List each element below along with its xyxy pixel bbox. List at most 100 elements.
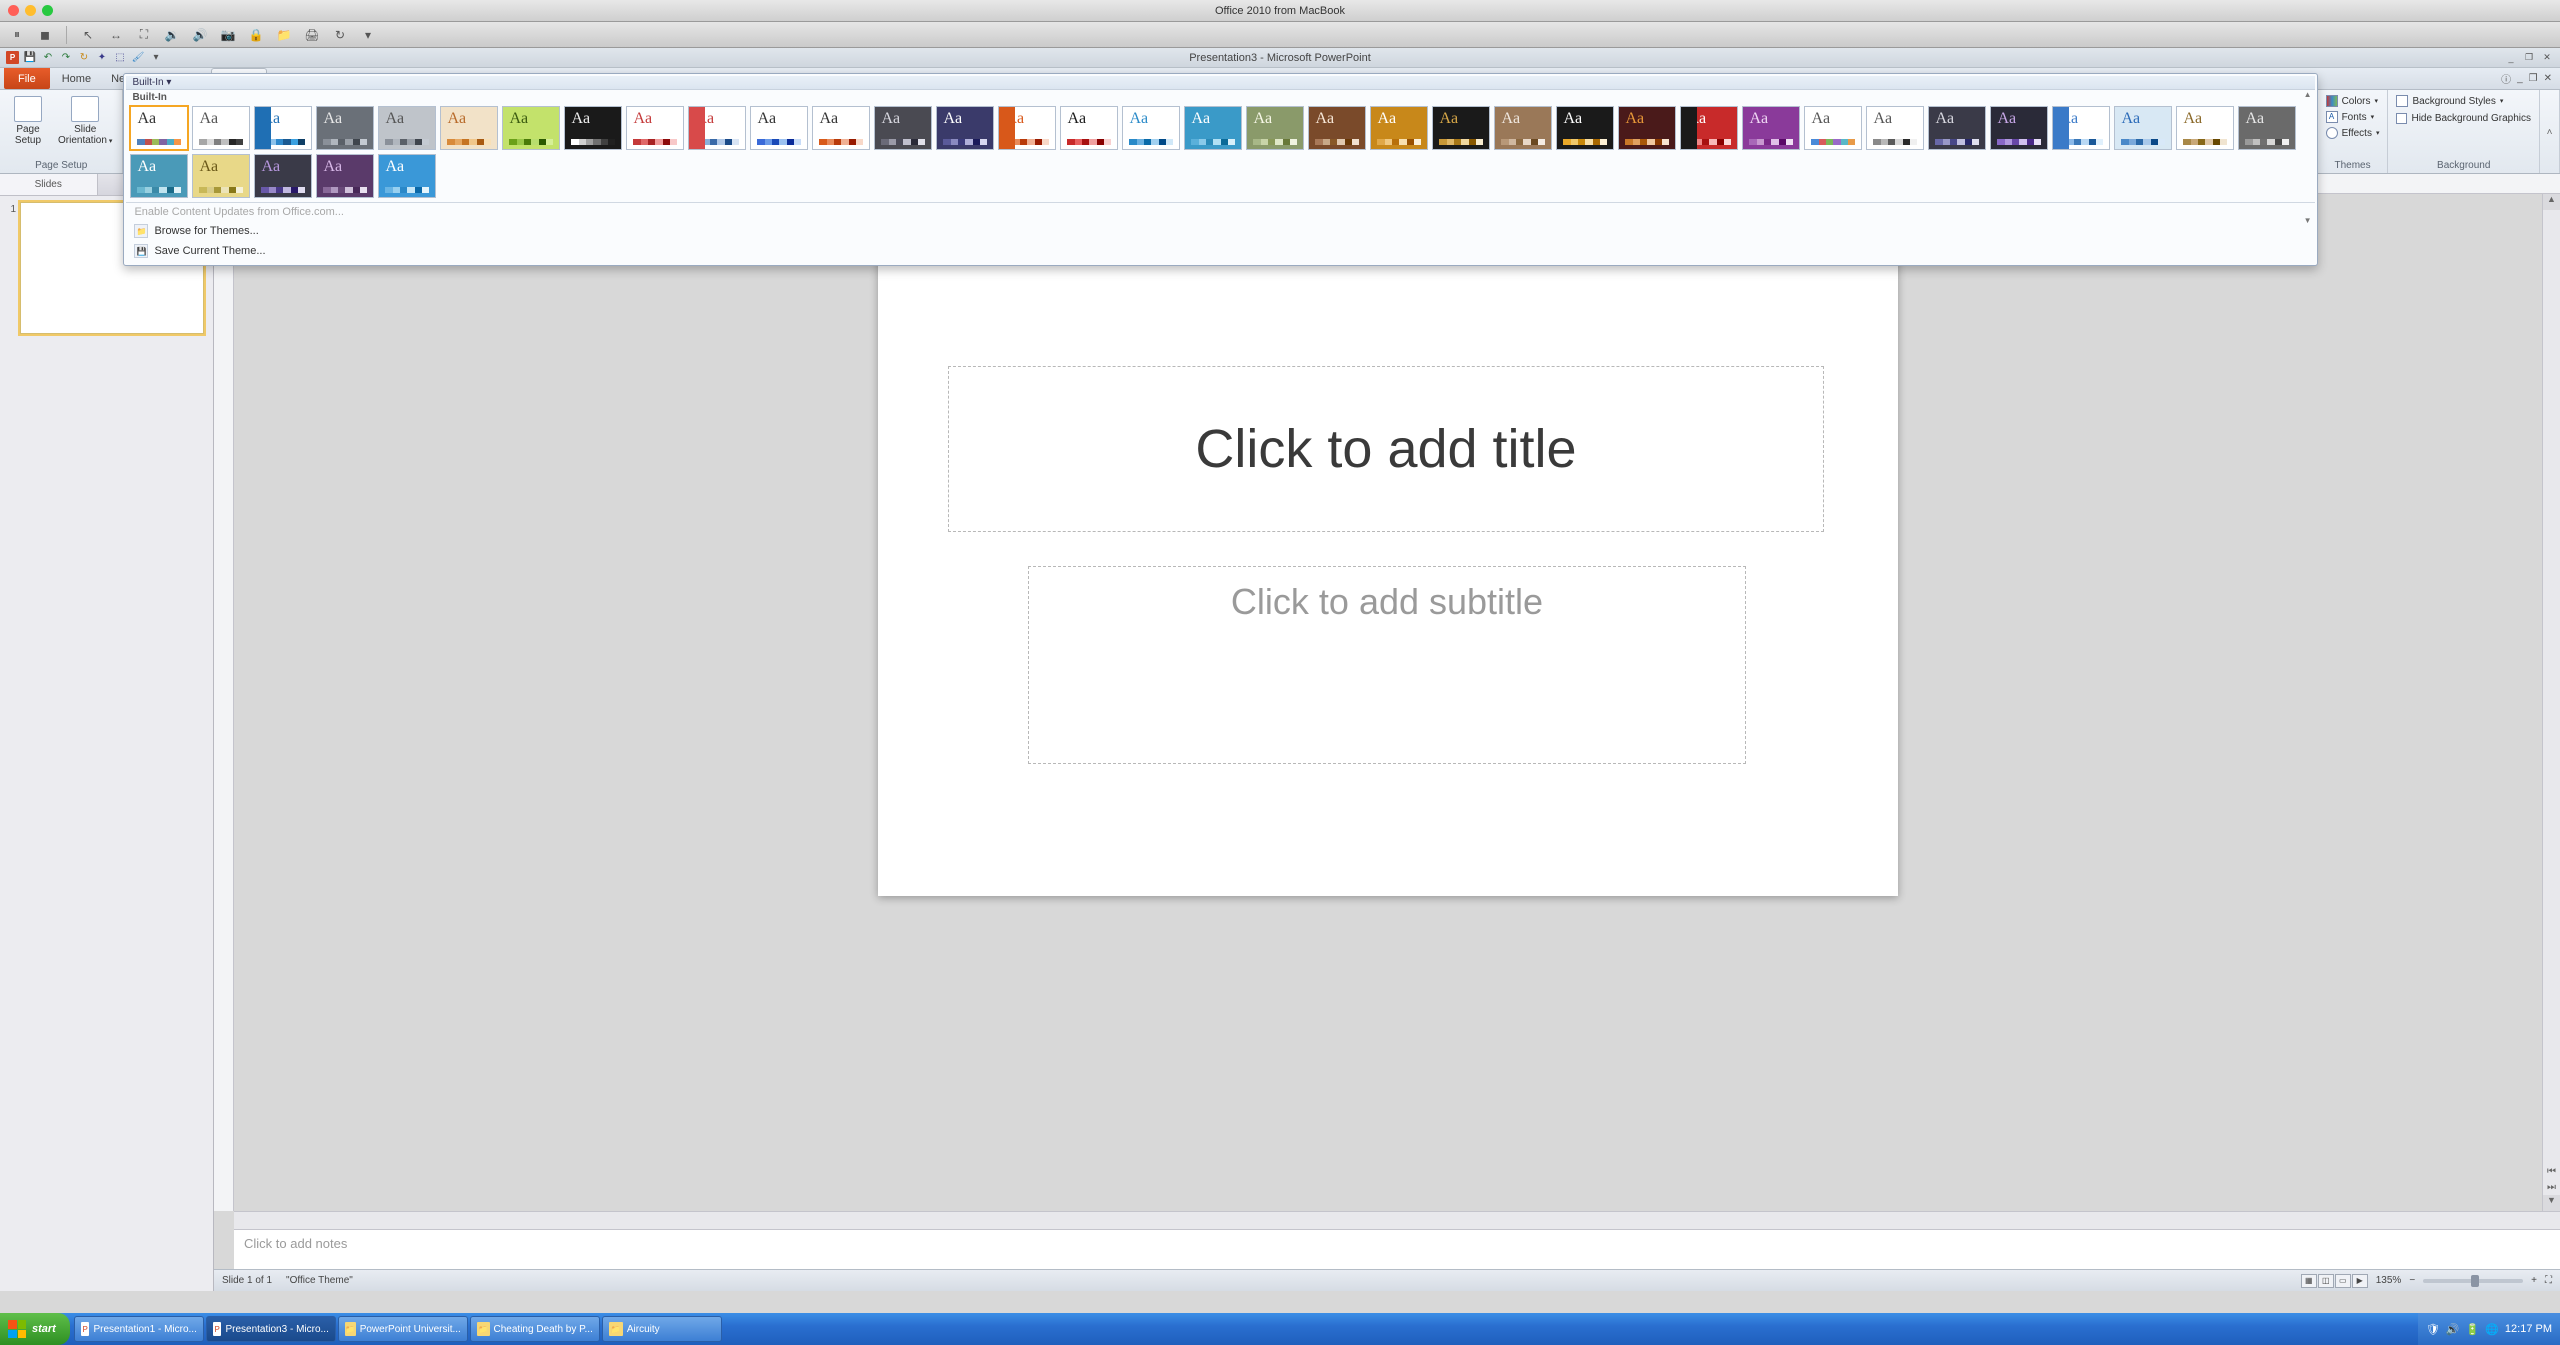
qat-icon-1[interactable]: ✦ (95, 51, 109, 65)
theme-thumb-21[interactable]: Aa (1432, 106, 1490, 150)
fit-to-window-icon[interactable]: ⛶ (2545, 1275, 2552, 1286)
theme-thumb-9[interactable]: Aa (688, 106, 746, 150)
theme-thumb-20[interactable]: Aa (1370, 106, 1428, 150)
theme-thumb-18[interactable]: Aa (1246, 106, 1304, 150)
theme-thumb-39[interactable]: Aa (378, 154, 436, 198)
theme-thumb-26[interactable]: Aa (1742, 106, 1800, 150)
theme-thumb-14[interactable]: Aa (998, 106, 1056, 150)
slide-orientation-button[interactable]: Slide Orientation (54, 94, 116, 148)
theme-thumb-24[interactable]: Aa (1618, 106, 1676, 150)
themes-scrollbar[interactable]: ▲ ▼ (2301, 90, 2315, 225)
theme-thumb-25[interactable]: Aa (1680, 106, 1738, 150)
horizontal-scrollbar[interactable] (234, 1211, 2560, 1229)
page-setup-button[interactable]: Page Setup (6, 94, 50, 148)
minimize-ribbon-icon[interactable]: _ (2517, 73, 2523, 84)
theme-thumb-19[interactable]: Aa (1308, 106, 1366, 150)
task-item-0[interactable]: PPresentation1 - Micro... (74, 1316, 204, 1342)
theme-thumb-8[interactable]: Aa (626, 106, 684, 150)
task-item-2[interactable]: 📁PowerPoint Universit... (338, 1316, 468, 1342)
theme-thumb-15[interactable]: Aa (1060, 106, 1118, 150)
scroll-up-arrow[interactable]: ▲ (2543, 194, 2560, 210)
subtitle-placeholder[interactable]: Click to add subtitle (1028, 566, 1746, 764)
zoom-out-icon[interactable]: − (2409, 1275, 2415, 1286)
theme-thumb-1[interactable]: Aa (192, 106, 250, 150)
theme-thumb-10[interactable]: Aa (750, 106, 808, 150)
print-icon[interactable]: 🖨 (303, 27, 321, 43)
colors-button[interactable]: Colors▾ (2324, 94, 2382, 108)
hide-bg-checkbox[interactable]: Hide Background Graphics (2394, 112, 2533, 125)
restore-window-icon[interactable]: ❐ (2522, 52, 2536, 64)
theme-thumb-2[interactable]: Aa (254, 106, 312, 150)
close-window-icon[interactable]: ✕ (2540, 52, 2554, 64)
minimize-window-icon[interactable]: _ (2504, 52, 2518, 64)
theme-thumb-12[interactable]: Aa (874, 106, 932, 150)
theme-thumb-37[interactable]: Aa (254, 154, 312, 198)
repeat-icon[interactable]: ↻ (77, 51, 91, 65)
help-icon[interactable]: ⓘ (2501, 71, 2511, 86)
theme-thumb-22[interactable]: Aa (1494, 106, 1552, 150)
slide[interactable]: Click to add title Click to add subtitle (878, 206, 1898, 896)
normal-view-icon[interactable]: ▦ (2301, 1274, 2317, 1288)
save-current-theme[interactable]: 💾 Save Current Theme... (126, 241, 2314, 261)
zoom-in-icon[interactable]: + (2531, 1275, 2537, 1286)
theme-thumb-28[interactable]: Aa (1866, 106, 1924, 150)
file-tab[interactable]: File (4, 68, 50, 89)
theme-thumb-27[interactable]: Aa (1804, 106, 1862, 150)
cursor-icon[interactable]: ↖ (79, 27, 97, 43)
redo-icon[interactable]: ↷ (59, 51, 73, 65)
theme-thumb-23[interactable]: Aa (1556, 106, 1614, 150)
tray-icon-4[interactable]: 🌐 (2485, 1323, 2499, 1336)
theme-thumb-5[interactable]: Aa (440, 106, 498, 150)
sorter-view-icon[interactable]: ◫ (2318, 1274, 2334, 1288)
refresh-icon[interactable]: ↻ (331, 27, 349, 43)
restore-doc-icon[interactable]: ❐ (2529, 73, 2538, 84)
background-styles-button[interactable]: Background Styles▾ (2394, 94, 2533, 108)
volume-up-icon[interactable]: 🔊 (191, 27, 209, 43)
theme-thumb-30[interactable]: Aa (1990, 106, 2048, 150)
tab-home[interactable]: Home (52, 68, 101, 89)
minimize-button[interactable] (25, 5, 36, 16)
tray-icon-3[interactable]: 🔋 (2466, 1323, 2480, 1336)
effects-button[interactable]: Effects▾ (2324, 126, 2382, 140)
theme-thumb-33[interactable]: Aa (2176, 106, 2234, 150)
maximize-button[interactable] (42, 5, 53, 16)
undo-icon[interactable]: ↶ (41, 51, 55, 65)
tray-icon-2[interactable]: 🔊 (2446, 1323, 2460, 1336)
themes-gallery-header[interactable]: Built-In ▾ (126, 76, 2314, 90)
theme-thumb-6[interactable]: Aa (502, 106, 560, 150)
theme-thumb-17[interactable]: Aa (1184, 106, 1242, 150)
theme-thumb-7[interactable]: Aa (564, 106, 622, 150)
close-doc-icon[interactable]: ✕ (2544, 73, 2552, 84)
pause-icon[interactable]: ⏸ (8, 27, 26, 43)
theme-thumb-31[interactable]: Aa (2052, 106, 2110, 150)
lock-icon[interactable]: 🔒 (247, 27, 265, 43)
theme-thumb-0[interactable]: Aa (130, 106, 188, 150)
theme-thumb-11[interactable]: Aa (812, 106, 870, 150)
slideshow-view-icon[interactable]: ▶ (2352, 1274, 2368, 1288)
chevron-down-icon[interactable]: ▾ (359, 27, 377, 43)
theme-thumb-32[interactable]: Aa (2114, 106, 2172, 150)
clock[interactable]: 12:17 PM (2505, 1323, 2552, 1335)
theme-thumb-36[interactable]: Aa (192, 154, 250, 198)
title-placeholder[interactable]: Click to add title (948, 366, 1824, 532)
task-item-1[interactable]: PPresentation3 - Micro... (206, 1316, 336, 1342)
start-button[interactable]: start (0, 1313, 70, 1345)
theme-thumb-29[interactable]: Aa (1928, 106, 1986, 150)
qat-dropdown-icon[interactable]: ▾ (149, 51, 163, 65)
theme-thumb-3[interactable]: Aa (316, 106, 374, 150)
fullscreen-icon[interactable]: ⛶ (135, 27, 153, 43)
vertical-scrollbar[interactable]: ▲ ▼ ⏮ ⏭ (2542, 194, 2560, 1211)
powerpoint-icon[interactable]: P (6, 51, 19, 64)
camera-icon[interactable]: 📷 (219, 27, 237, 43)
next-slide-icon[interactable]: ⏭ (2543, 1182, 2560, 1193)
folder-icon[interactable]: 📁 (275, 27, 293, 43)
prev-slide-icon[interactable]: ⏮ (2543, 1166, 2560, 1177)
task-item-4[interactable]: 📁Aircuity (602, 1316, 722, 1342)
close-button[interactable] (8, 5, 19, 16)
theme-thumb-38[interactable]: Aa (316, 154, 374, 198)
tab-slides[interactable]: Slides (0, 174, 98, 195)
theme-thumb-16[interactable]: Aa (1122, 106, 1180, 150)
theme-thumb-13[interactable]: Aa (936, 106, 994, 150)
paint-icon[interactable]: 🖌 (131, 51, 145, 65)
scroll-down-arrow[interactable]: ▼ (2543, 1195, 2560, 1211)
